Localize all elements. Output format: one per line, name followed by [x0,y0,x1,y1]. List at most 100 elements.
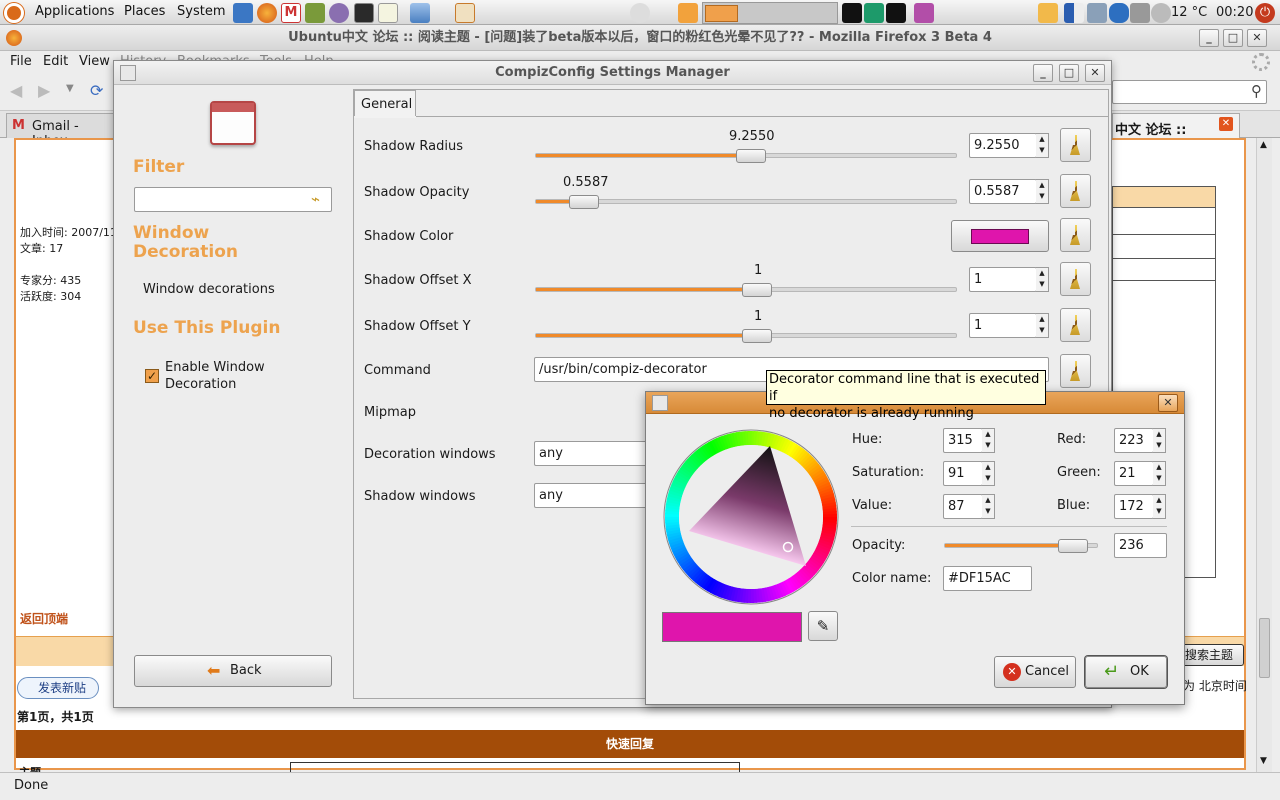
back-button[interactable]: ⬅ Back [134,655,332,687]
value-spinner[interactable]: ▲ ▼ [982,494,995,519]
maximize-button[interactable]: □ [1223,29,1243,47]
shadow-offset-y-spinner[interactable]: ▲ ▼ [1036,313,1049,338]
red-input[interactable]: 223 [1114,428,1154,453]
firefox-icon[interactable] [257,3,277,23]
new-post-button[interactable]: 发表新贴 [17,677,99,699]
workspace-app-icon-1[interactable] [842,3,862,23]
decoration-windows-input[interactable]: any [534,441,654,466]
saturation-spinner[interactable]: ▲ ▼ [982,461,995,486]
scroll-up-icon[interactable]: ▲ [1260,140,1267,150]
shadow-radius-spinner[interactable]: ▲ ▼ [1036,133,1049,158]
shadow-opacity-input[interactable]: 0.5587 [969,179,1037,204]
hue-spinner[interactable]: ▲ ▼ [982,428,995,453]
reload-icon[interactable]: ⟳ [90,81,103,100]
scroll-thumb[interactable] [1259,618,1270,678]
shadow-color-button[interactable] [951,220,1049,252]
clear-filter-broom-icon[interactable]: ⌁ [311,190,320,208]
green-input[interactable]: 21 [1114,461,1154,486]
shadow-radius-input[interactable]: 9.2550 [969,133,1037,158]
subject-input[interactable] [290,762,740,772]
shadow-offset-y-input[interactable]: 1 [969,313,1037,338]
pidgin-icon[interactable] [329,3,349,23]
tab-general[interactable]: General [354,90,416,117]
ccsm-minimize-button[interactable]: _ [1033,64,1053,82]
system-menu[interactable]: System [177,4,225,19]
search-box[interactable]: ⚲ [1112,80,1267,104]
forward-arrow-icon[interactable]: ▶ [38,81,50,100]
hue-input[interactable]: 315 [943,428,983,453]
workspace-app-icon-2[interactable] [864,3,884,23]
shadow-color-reset-broom-icon[interactable] [1060,218,1091,252]
tab-gmail[interactable]: M Gmail - Inbox [6,113,116,149]
back-to-top-link[interactable]: 返回顶端 [20,610,68,627]
cancel-button[interactable]: ✕ Cancel [994,656,1076,688]
enable-plugin-checkbox[interactable]: ✓ [145,369,159,383]
ccsm-close-button[interactable]: ✕ [1085,64,1105,82]
shadow-windows-input[interactable]: any [534,483,654,508]
ccsm-maximize-button[interactable]: □ [1059,64,1079,82]
tab-close-icon[interactable]: ✕ [1219,117,1233,131]
shadow-opacity-reset-broom-icon[interactable] [1060,174,1091,208]
weather-icon[interactable] [1151,3,1171,23]
workspace-switcher[interactable] [702,2,838,24]
filter-input[interactable]: ⌁ [134,187,332,212]
gmail-icon[interactable]: M [281,3,301,23]
firefox-window-icon[interactable] [6,30,22,46]
applications-menu[interactable]: Applications [35,4,114,19]
color-dialog-close-button[interactable]: ✕ [1158,394,1178,412]
blue-input[interactable]: 172 [1114,494,1154,519]
shadow-offset-y-reset-broom-icon[interactable] [1060,308,1091,342]
ok-button[interactable]: ↵ OK [1085,656,1167,688]
terminal-icon[interactable] [354,3,374,23]
shadow-offset-y-slider-knob[interactable] [742,329,772,343]
menu-view[interactable]: View [79,54,110,69]
volume-icon[interactable] [1130,3,1150,23]
clock[interactable]: 00:20 [1216,5,1253,20]
places-menu[interactable]: Places [124,4,165,19]
cube-icon[interactable] [410,3,430,23]
shadow-opacity-slider-knob[interactable] [569,195,599,209]
history-dropdown-icon[interactable]: ▼ [66,83,74,94]
network-icon[interactable] [1087,3,1107,23]
shadow-radius-reset-broom-icon[interactable] [1060,128,1091,162]
ubuntu-logo-icon[interactable] [4,3,24,23]
tab-forum[interactable]: 中文 论坛 :: ✕ [1112,113,1240,139]
red-spinner[interactable]: ▲ ▼ [1153,428,1166,453]
color-name-input[interactable]: #DF15AC [943,566,1032,591]
system-monitor-icon[interactable] [233,3,253,23]
home-folder-icon[interactable] [455,3,475,23]
bluetooth-icon[interactable] [1109,3,1129,23]
eyedropper-button[interactable]: ✎ [808,611,838,641]
show-desktop-icon[interactable] [914,3,934,23]
text-editor-icon[interactable] [378,3,398,23]
close-button[interactable]: ✕ [1247,29,1267,47]
green-spinner[interactable]: ▲ ▼ [1153,461,1166,486]
menu-file[interactable]: File [10,54,32,69]
command-reset-broom-icon[interactable] [1060,354,1091,388]
temperature[interactable]: 12 °C [1171,5,1207,20]
shadow-radius-slider-knob[interactable] [736,149,766,163]
opacity-slider-knob[interactable] [1058,539,1088,553]
back-arrow-icon[interactable]: ◀ [10,81,22,100]
menu-edit[interactable]: Edit [43,54,68,69]
update-icon[interactable] [678,3,698,23]
search-topic-button[interactable]: 搜索主题 [1180,644,1244,666]
ccsm-window-icon[interactable] [120,65,136,81]
chat-icon[interactable] [1038,3,1058,23]
workspace-1[interactable] [705,5,738,22]
dictionary-icon[interactable] [305,3,325,23]
workspace-app-icon-3[interactable] [886,3,906,23]
power-icon[interactable]: ⏻ [1255,3,1275,23]
shadow-offset-x-spinner[interactable]: ▲ ▼ [1036,267,1049,292]
hsv-color-wheel[interactable] [662,428,840,606]
blue-spinner[interactable]: ▲ ▼ [1153,494,1166,519]
scroll-down-icon[interactable]: ▼ [1260,756,1267,766]
minimize-button[interactable]: _ [1199,29,1219,47]
shadow-offset-x-slider-knob[interactable] [742,283,772,297]
shadow-offset-x-input[interactable]: 1 [969,267,1037,292]
saturation-input[interactable]: 91 [943,461,983,486]
shadow-offset-x-reset-broom-icon[interactable] [1060,262,1091,296]
value-input[interactable]: 87 [943,494,983,519]
page-scrollbar[interactable]: ▲ ▼ [1256,138,1272,772]
opacity-input[interactable]: 236 [1114,533,1167,558]
